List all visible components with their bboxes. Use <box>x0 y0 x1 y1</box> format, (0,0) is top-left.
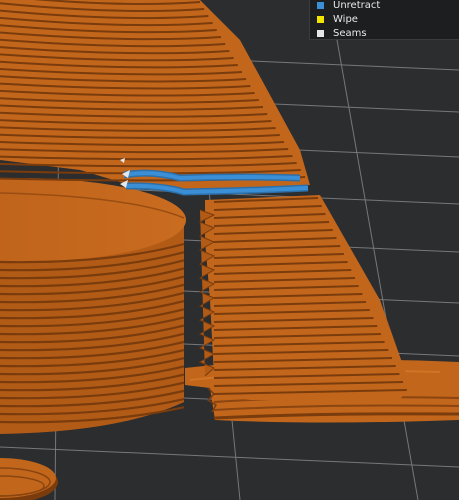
wipe-color-swatch <box>317 15 324 23</box>
legend-label: Seams <box>333 27 367 39</box>
small-base-disc <box>0 458 58 500</box>
legend-item-seams[interactable]: Seams <box>310 26 459 40</box>
unretract-color-swatch <box>317 1 324 9</box>
legend-item-wipe[interactable]: Wipe <box>310 12 459 26</box>
left-cylinder-part <box>0 178 186 434</box>
legend-label: Unretract <box>333 0 381 11</box>
tower-part <box>198 195 410 413</box>
legend-panel: Unretract Wipe Seams <box>309 0 459 40</box>
legend-item-unretract[interactable]: Unretract <box>310 0 459 12</box>
legend-label: Wipe <box>333 13 358 25</box>
toolpath-preview-canvas[interactable] <box>0 0 459 500</box>
seams-color-swatch <box>317 29 324 37</box>
gcode-preview-viewport[interactable]: Unretract Wipe Seams <box>0 0 459 500</box>
upper-shell-part <box>0 0 310 195</box>
